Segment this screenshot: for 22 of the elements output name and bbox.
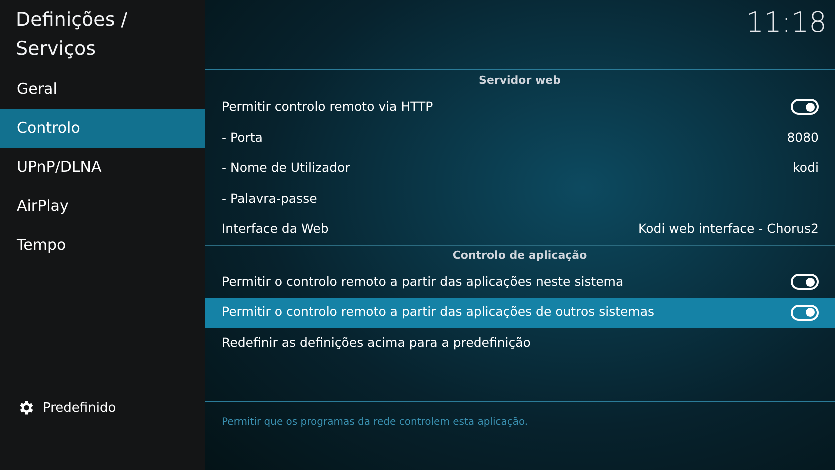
section-header: Controlo de aplicação — [452, 248, 588, 264]
setting-row[interactable]: Permitir controlo remoto via HTTP — [205, 92, 835, 123]
page-title: Definições / Serviços — [16, 9, 128, 60]
setting-row[interactable]: Permitir o controlo remoto a partir das aplicações neste sistema — [205, 266, 835, 298]
sidebar-item[interactable]: Controlo — [0, 109, 205, 148]
setting-row[interactable]: - Nome de Utilizador kodi — [205, 153, 835, 184]
level-button[interactable]: Predefinido — [17, 398, 116, 418]
sidebar-item[interactable]: UPnP/DLNA — [0, 148, 205, 187]
toggle-switch[interactable] — [791, 274, 819, 290]
toggle-switch[interactable] — [791, 304, 819, 321]
section-header: Servidor web — [479, 72, 561, 89]
setting-row[interactable]: Interface da Web Kodi web interface - Chorus2 — [205, 214, 835, 245]
sidebar-item[interactable]: AirPlay — [0, 187, 205, 226]
setting-row[interactable]: - Porta 8080 — [205, 122, 835, 154]
toggle-switch[interactable] — [791, 99, 819, 116]
setting-row[interactable]: Redefinir as definições acima para a predefinição — [205, 328, 835, 359]
sidebar-item[interactable]: Geral — [0, 70, 205, 109]
setting-row[interactable]: Permitir o controlo remoto a partir das aplicações de outros sistemas — [205, 298, 835, 328]
setting-row[interactable]: - Palavra-passe — [205, 184, 835, 214]
sidebar-item[interactable]: Tempo — [0, 226, 205, 265]
clock: 11:18 — [746, 5, 827, 41]
description-text: Permitir que os programas da rede controlem esta aplicação. — [222, 417, 528, 428]
